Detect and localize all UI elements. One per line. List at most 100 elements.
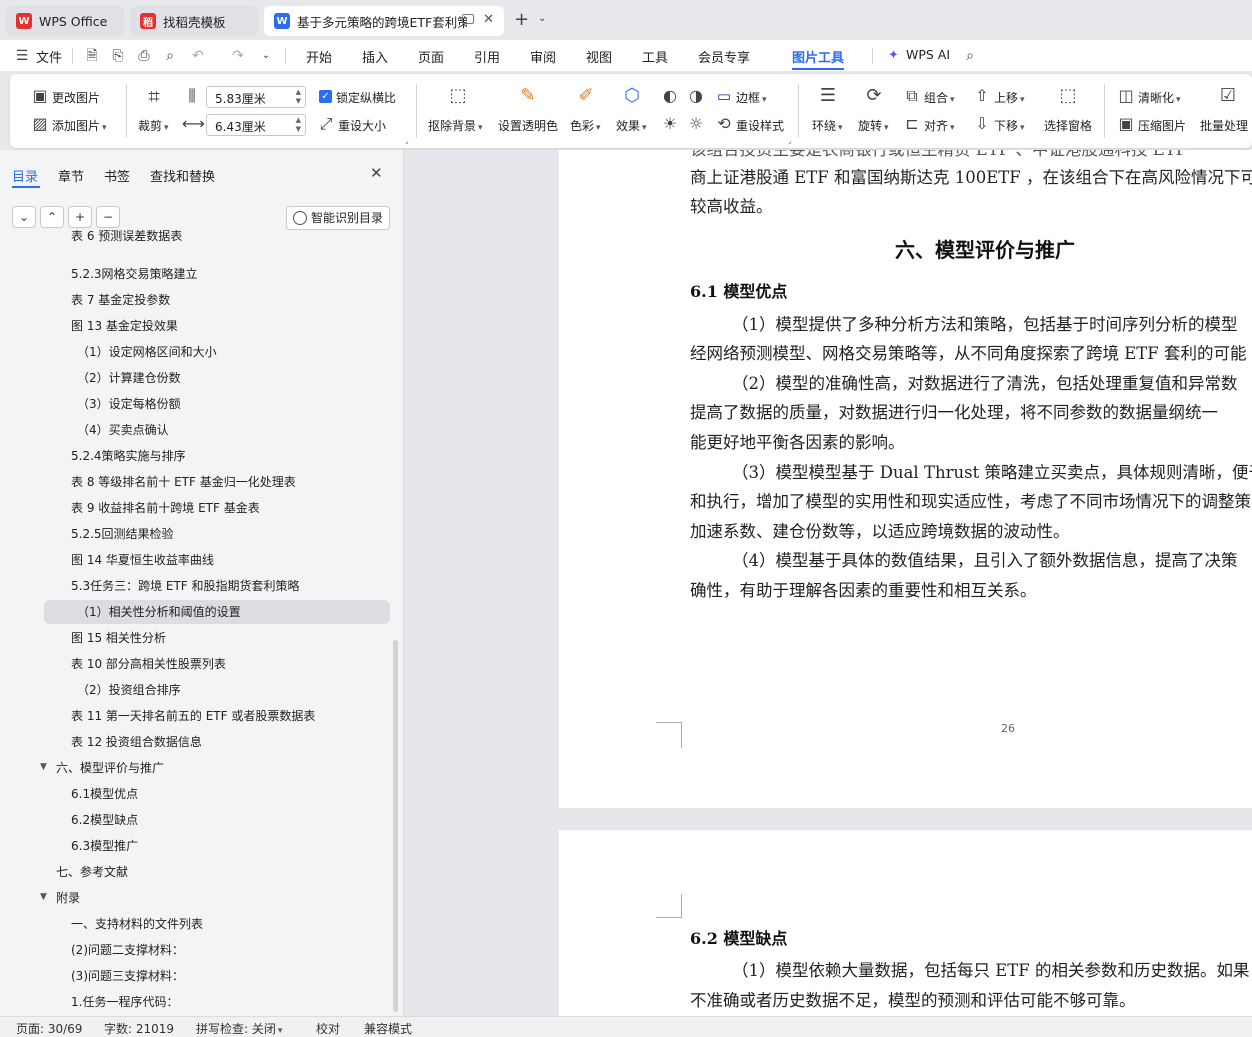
toc-item[interactable]: 6.1模型优点: [71, 782, 138, 806]
toc-item[interactable]: 表 10 部分高相关性股票列表: [71, 652, 226, 676]
page-indicator[interactable]: 页面: 30/69: [16, 1020, 82, 1037]
toc-item[interactable]: 5.2.3网格交易策略建立: [71, 262, 198, 286]
toc-item[interactable]: （2）投资组合排序: [77, 678, 181, 702]
height-input[interactable]: 5.83厘米 ▲ ▼: [206, 86, 306, 108]
document-page[interactable]: [559, 830, 1252, 1016]
tab-document[interactable]: W 基于多元策略的跨境ETF套利策 ✕: [264, 6, 504, 36]
expand-arrow-icon[interactable]: ▼: [40, 892, 47, 902]
remove-background-button[interactable]: 抠除背景 ▾: [428, 117, 483, 134]
move-up-button[interactable]: 上移 ▾: [994, 89, 1025, 106]
menu-tools[interactable]: 工具: [642, 47, 668, 66]
toc-item[interactable]: （3）设定每格份额: [77, 392, 181, 416]
color-button[interactable]: 色彩 ▾: [570, 117, 601, 134]
tab-bookmarks[interactable]: 书签: [104, 166, 130, 185]
move-down-button[interactable]: 下移 ▾: [994, 117, 1025, 134]
add-image-button[interactable]: 添加图片 ▾: [52, 117, 107, 134]
spell-check-toggle[interactable]: 拼写检查: 关闭 ▾: [196, 1020, 282, 1037]
search-icon[interactable]: ⌕: [962, 48, 978, 64]
selection-pane-button[interactable]: 选择窗格: [1044, 117, 1092, 134]
width-input[interactable]: 6.43厘米 ▲ ▼: [206, 114, 306, 136]
print-preview-icon[interactable]: ⌕: [162, 48, 178, 64]
toc-item[interactable]: 1.任务一程序代码：: [71, 990, 178, 1014]
save-icon[interactable]: 🗎: [84, 48, 100, 64]
tab-chapters[interactable]: 章节: [58, 166, 84, 185]
screen-icon[interactable]: [462, 14, 474, 24]
close-icon[interactable]: ✕: [370, 164, 383, 182]
toc-item[interactable]: 表 11 第一天排名前五的 ETF 或者股票数据表: [71, 704, 315, 728]
toc-scrollbar[interactable]: [393, 640, 398, 1012]
menu-references[interactable]: 引用: [474, 47, 500, 66]
set-transparent-button[interactable]: 设置透明色: [498, 117, 558, 134]
expand-up-button[interactable]: ⌃: [40, 206, 64, 228]
chevron-down-icon[interactable]: ⌄: [538, 13, 546, 24]
redo-icon[interactable]: ↷: [230, 48, 246, 64]
effects-button[interactable]: 效果 ▾: [616, 117, 647, 134]
group-button[interactable]: 组合 ▾: [924, 89, 955, 106]
toc-item[interactable]: 表 9 收益排名前十跨境 ETF 基金表: [71, 496, 260, 520]
toc-item[interactable]: 5.2.4策略实施与排序: [71, 444, 186, 468]
rotate-button[interactable]: 旋转 ▾: [858, 117, 889, 134]
brightness-down-icon[interactable]: ☼: [686, 114, 706, 134]
toc-item[interactable]: （1）设定网格区间和大小: [77, 340, 217, 364]
remove-heading-button[interactable]: −: [96, 206, 120, 228]
toc-item[interactable]: 5.3任务三：跨境 ETF 和股指期货套利策略: [71, 574, 300, 598]
spinner-arrows-icon[interactable]: ▲ ▼: [296, 88, 301, 106]
toc-item[interactable]: 七、参考文献: [56, 860, 128, 884]
toc-item[interactable]: 表 6 预测误差数据表: [71, 230, 182, 248]
proofread-button[interactable]: 校对: [316, 1020, 340, 1037]
toc-item[interactable]: 图 13 基金定投效果: [71, 314, 178, 338]
align-button[interactable]: 对齐 ▾: [924, 117, 955, 134]
contrast-up-icon[interactable]: ◐: [660, 86, 680, 106]
toc-item[interactable]: 附录: [56, 886, 80, 910]
menu-picture-tools[interactable]: 图片工具: [792, 47, 844, 66]
contrast-down-icon[interactable]: ◑: [686, 86, 706, 106]
tab-find-replace[interactable]: 查找和替换: [150, 166, 215, 185]
print-icon[interactable]: ⎙: [136, 48, 152, 64]
new-tab-plus-icon[interactable]: +: [514, 9, 529, 30]
tab-wps-office[interactable]: W WPS Office: [6, 6, 124, 36]
brightness-up-icon[interactable]: ☀: [660, 114, 680, 134]
menu-file[interactable]: 文件: [36, 47, 62, 66]
collapse-all-button[interactable]: ⌄: [12, 206, 36, 228]
add-heading-button[interactable]: +: [68, 206, 92, 228]
toc-item[interactable]: （1）相关性分析和阈值的设置: [77, 600, 241, 624]
dialog-launcher-icon[interactable]: ⌟: [788, 136, 792, 145]
toc-item[interactable]: 5.2.5回测结果检验: [71, 522, 174, 546]
undo-icon[interactable]: ↶: [190, 48, 206, 64]
menu-page[interactable]: 页面: [418, 47, 444, 66]
clarify-button[interactable]: 清晰化 ▾: [1138, 89, 1181, 106]
toc-item[interactable]: 表 8 等级排名前十 ETF 基金归一化处理表: [71, 470, 296, 494]
toc-item[interactable]: 图 14 华夏恒生收益率曲线: [71, 548, 214, 572]
chevron-down-icon[interactable]: ⌄: [258, 48, 274, 64]
reset-size-button[interactable]: 重设大小: [338, 117, 386, 134]
smart-toc-button[interactable]: 智能识别目录: [286, 206, 390, 230]
toc-item[interactable]: (2)问题二支撑材料：: [71, 938, 184, 962]
lock-ratio-checkbox[interactable]: ✓: [319, 90, 332, 103]
menu-home[interactable]: 开始: [306, 47, 332, 66]
close-icon[interactable]: ✕: [483, 12, 494, 27]
hamburger-menu-icon[interactable]: ☰: [14, 48, 30, 64]
tab-toc[interactable]: 目录: [12, 166, 38, 185]
export-icon[interactable]: ⎘: [110, 48, 126, 64]
wrap-button[interactable]: 环绕 ▾: [812, 117, 843, 134]
crop-button[interactable]: 裁剪 ▾: [138, 117, 169, 134]
toc-item[interactable]: 6.2模型缺点: [71, 808, 138, 832]
toc-item[interactable]: (3)问题三支撑材料：: [71, 964, 184, 988]
toc-item[interactable]: 6.3模型推广: [71, 834, 138, 858]
toc-item[interactable]: 图 15 相关性分析: [71, 626, 166, 650]
change-image-button[interactable]: 更改图片: [52, 89, 100, 106]
toc-item[interactable]: 六、模型评价与推广: [56, 756, 164, 780]
toc-item[interactable]: 一、支持材料的文件列表: [71, 912, 203, 936]
menu-insert[interactable]: 插入: [362, 47, 388, 66]
compress-button[interactable]: 压缩图片: [1138, 117, 1186, 134]
spinner-arrows-icon[interactable]: ▲ ▼: [296, 116, 301, 134]
expand-arrow-icon[interactable]: ▼: [40, 762, 47, 772]
reset-style-button[interactable]: 重设样式: [736, 117, 784, 134]
toc-item[interactable]: （2）计算建仓份数: [77, 366, 181, 390]
toc-item[interactable]: 表 12 投资组合数据信息: [71, 730, 202, 754]
border-button[interactable]: 边框 ▾: [736, 89, 767, 106]
menu-member[interactable]: 会员专享: [698, 47, 750, 66]
batch-process-button[interactable]: 批量处理: [1200, 117, 1248, 134]
tab-template[interactable]: 稻 找稻壳模板: [130, 6, 258, 36]
toc-item[interactable]: （4）买卖点确认: [77, 418, 169, 442]
